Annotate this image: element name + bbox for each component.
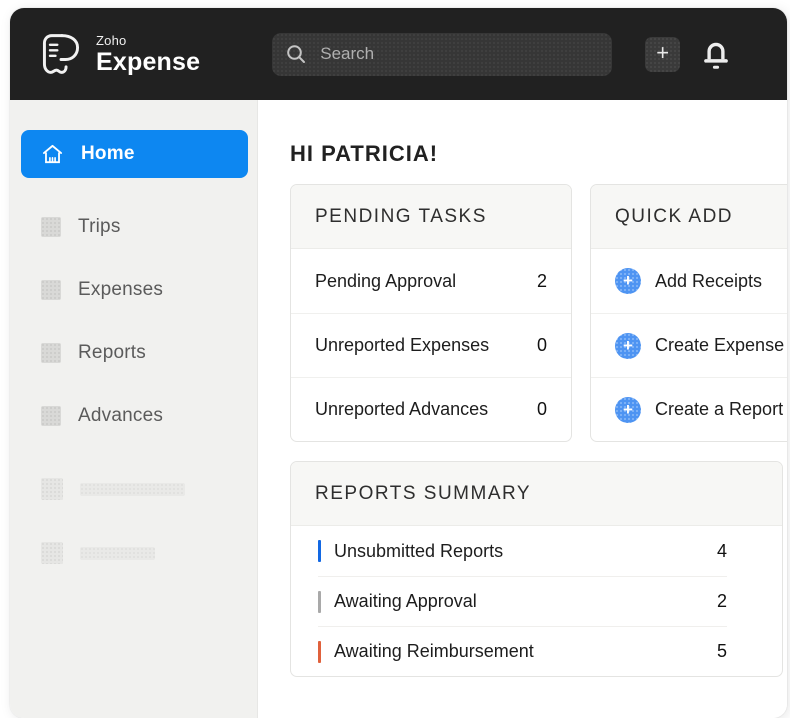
expenses-icon — [41, 280, 61, 300]
reports-summary-title: REPORTS SUMMARY — [291, 462, 782, 526]
add-button[interactable]: + — [645, 37, 680, 72]
add-receipts-button[interactable]: Add Receipts — [591, 249, 787, 313]
search-input[interactable] — [320, 44, 598, 64]
awaiting-reimbursement-row[interactable]: Awaiting Reimbursement 5 — [318, 626, 727, 676]
logo-text: Zoho Expense — [96, 34, 200, 75]
zoho-expense-logo[interactable]: Zoho Expense — [38, 30, 200, 78]
top-cards-row: PENDING TASKS Pending Approval 2 Unrepor… — [290, 184, 787, 442]
sidebar-item-label: Advances — [78, 405, 163, 427]
pending-tasks-card: PENDING TASKS Pending Approval 2 Unrepor… — [290, 184, 572, 442]
sidebar-item-expenses[interactable]: Expenses — [10, 276, 257, 304]
row-label: Unreported Expenses — [315, 335, 489, 356]
row-label: Unsubmitted Reports — [334, 541, 503, 562]
pending-approval-row[interactable]: Pending Approval 2 — [291, 249, 571, 313]
sidebar-item-reports[interactable]: Reports — [10, 339, 257, 367]
row-value: 5 — [717, 641, 727, 662]
reports-icon — [41, 343, 61, 363]
status-color-bar — [318, 591, 321, 613]
create-expense-button[interactable]: Create Expense — [591, 313, 787, 377]
reports-summary-card: REPORTS SUMMARY Unsubmitted Reports 4 Aw… — [290, 461, 783, 677]
sidebar-item-label: Trips — [78, 216, 121, 238]
quick-add-label: Create a Report — [655, 399, 783, 420]
bell-icon — [699, 36, 733, 72]
row-label: Pending Approval — [315, 271, 456, 292]
status-color-bar — [318, 540, 321, 562]
row-label: Awaiting Reimbursement — [334, 641, 534, 662]
unsubmitted-reports-row[interactable]: Unsubmitted Reports 4 — [318, 526, 727, 576]
plus-circle-icon — [615, 268, 641, 294]
pending-tasks-title: PENDING TASKS — [291, 185, 571, 249]
sidebar: Home Trips Expenses Reports Advances — [10, 100, 258, 718]
row-value: 2 — [717, 591, 727, 612]
advances-icon — [41, 406, 61, 426]
app-window: Zoho Expense + — [10, 8, 787, 718]
unreported-expenses-row[interactable]: Unreported Expenses 0 — [291, 313, 571, 377]
skeleton-icon — [41, 478, 63, 500]
reports-summary-body: Unsubmitted Reports 4 Awaiting Approval … — [318, 526, 727, 676]
trips-icon — [41, 217, 61, 237]
sidebar-item-label: Expenses — [78, 279, 163, 301]
sidebar-item-trips[interactable]: Trips — [10, 213, 257, 241]
status-color-bar — [318, 641, 321, 663]
sidebar-skeleton-item — [10, 541, 257, 565]
brand-zoho: Zoho — [96, 34, 200, 47]
greeting-heading: HI PATRICIA! — [290, 141, 787, 167]
quick-add-label: Add Receipts — [655, 271, 762, 292]
row-label: Unreported Advances — [315, 399, 488, 420]
notifications-button[interactable] — [699, 36, 733, 72]
row-value: 2 — [537, 271, 547, 292]
plus-circle-icon — [615, 333, 641, 359]
skeleton-label — [80, 547, 155, 560]
skeleton-icon — [41, 542, 63, 564]
main-content: HI PATRICIA! PENDING TASKS Pending Appro… — [258, 100, 787, 718]
row-value: 0 — [537, 335, 547, 356]
unreported-advances-row[interactable]: Unreported Advances 0 — [291, 377, 571, 441]
sidebar-item-home[interactable]: Home — [21, 130, 248, 178]
awaiting-approval-row[interactable]: Awaiting Approval 2 — [318, 576, 727, 626]
home-icon — [41, 143, 64, 166]
row-value: 4 — [717, 541, 727, 562]
app-body: Home Trips Expenses Reports Advances — [10, 100, 787, 718]
sidebar-item-label: Home — [81, 143, 135, 165]
receipt-icon — [38, 30, 84, 78]
sidebar-skeleton-item — [10, 477, 257, 501]
row-value: 0 — [537, 399, 547, 420]
skeleton-label — [80, 483, 185, 496]
sidebar-item-label: Reports — [78, 342, 146, 364]
quick-add-card: QUICK ADD Add Receipts Create Expense Cr… — [590, 184, 787, 442]
create-report-button[interactable]: Create a Report — [591, 377, 787, 441]
quick-add-title: QUICK ADD — [591, 185, 787, 249]
search-icon — [286, 44, 306, 64]
quick-add-label: Create Expense — [655, 335, 784, 356]
search-bar[interactable] — [272, 33, 612, 76]
sidebar-item-advances[interactable]: Advances — [10, 402, 257, 430]
plus-circle-icon — [615, 397, 641, 423]
top-bar: Zoho Expense + — [10, 8, 787, 100]
brand-expense: Expense — [96, 50, 200, 75]
row-label: Awaiting Approval — [334, 591, 477, 612]
